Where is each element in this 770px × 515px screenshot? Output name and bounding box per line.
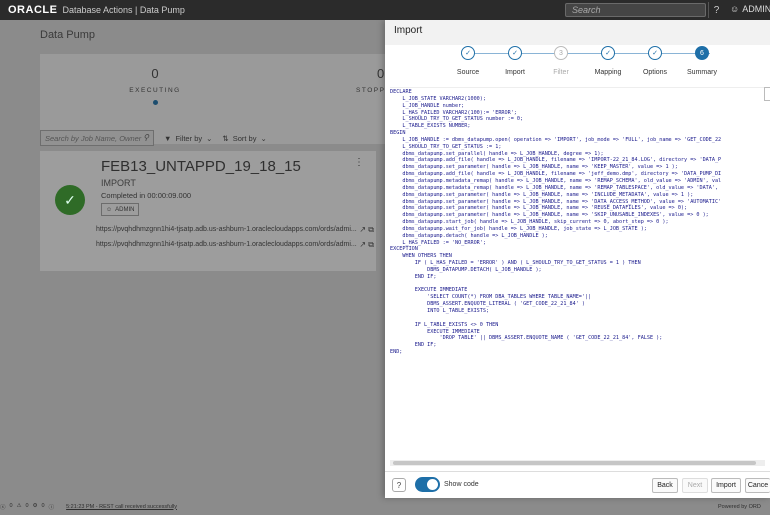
settings-icon: ⚙ — [32, 502, 38, 509]
job-filter-row: Search by Job Name, Owner ⚲ ▼ Filter by … — [40, 128, 386, 148]
user-name: ADMIN — [742, 4, 770, 14]
user-menu[interactable]: ☺ ADMIN — [730, 4, 770, 14]
show-code-toggle[interactable] — [415, 477, 440, 492]
job-search-input[interactable]: Search by Job Name, Owner ⚲ — [40, 130, 154, 146]
stat-dot-icon — [152, 100, 158, 105]
horizontal-scrollbar[interactable] — [390, 460, 765, 466]
stat-count: 0 — [151, 66, 159, 81]
plsql-code: DECLARE L_JOB_STATE VARCHAR2(1000); L_JO… — [390, 89, 722, 356]
dialog-title: Import — [394, 25, 423, 36]
import-button[interactable]: Import — [711, 478, 741, 493]
check-icon: ✓ — [601, 46, 615, 60]
warning-icon: ⚠ — [16, 502, 22, 509]
job-name: FEB13_UNTAPPD_19_18_15 — [101, 158, 301, 175]
job-status: Completed in 00:00:09.000 — [101, 191, 192, 200]
user-icon: ☺ — [106, 206, 113, 213]
open-external-icon[interactable]: ↗ ⧉ — [359, 240, 374, 250]
app-title: Database Actions | Data Pump — [62, 5, 185, 15]
job-card[interactable]: ✓ FEB13_UNTAPPD_19_18_15 ⋮ IMPORT Comple… — [40, 151, 376, 271]
success-check-icon: ✓ — [55, 185, 85, 215]
dialog-footer: ? Show code Back Next Import Cance — [385, 471, 770, 498]
sort-by-button[interactable]: ⇅ Sort by ⌄ — [222, 134, 266, 143]
error-icon: ⓧ — [0, 504, 6, 511]
back-button[interactable]: Back — [652, 478, 678, 493]
sort-icon: ⇅ — [222, 133, 229, 143]
page-title: Data Pump — [40, 29, 96, 41]
open-external-icon[interactable]: ↗ ⧉ — [359, 225, 374, 235]
help-icon[interactable]: ? — [708, 2, 724, 18]
job-dump-url[interactable]: https://pvqhdhmzgnn1hi4-tjsatp.adb.us-as… — [96, 240, 376, 250]
filter-by-button[interactable]: ▼ Filter by ⌄ — [164, 134, 212, 143]
status-message[interactable]: 5:21:23 PM - REST call received successf… — [66, 504, 177, 510]
status-counts[interactable]: ⓧ 0 ⚠ 0 ⚙ 0 ⓘ — [0, 503, 54, 511]
job-log-url[interactable]: https://pvqhdhmzgnn1hi4-tjsatp.adb.us-as… — [96, 225, 376, 235]
chevron-down-icon: ⌄ — [206, 133, 213, 143]
more-options-icon[interactable]: ⋮ — [354, 157, 364, 168]
check-icon: ✓ — [508, 46, 522, 60]
show-code-label: Show code — [444, 481, 479, 488]
help-button[interactable]: ? — [392, 478, 406, 492]
dialog-header — [385, 20, 770, 45]
step-number: 6 — [695, 46, 709, 60]
info-icon: ⓘ — [48, 504, 55, 511]
job-owner-badge: ☺ ADMIN — [101, 203, 140, 216]
top-bar: ORACLE Database Actions | Data Pump Sear… — [0, 0, 770, 20]
code-viewer[interactable]: DECLARE L_JOB_STATE VARCHAR2(1000); L_JO… — [390, 87, 770, 463]
next-button[interactable]: Next — [682, 478, 708, 493]
stat-label: EXECUTING — [129, 87, 181, 94]
check-icon: ✓ — [648, 46, 662, 60]
chevron-down-icon: ⌄ — [260, 133, 267, 143]
import-dialog: Import ✓ Source ✓ Import 3 Filter ✓ Mapp… — [385, 20, 770, 498]
step-number: 3 — [554, 46, 568, 60]
check-icon: ✓ — [461, 46, 475, 60]
stat-executing[interactable]: 0 EXECUTING — [120, 66, 190, 105]
cancel-button[interactable]: Cance — [745, 478, 770, 493]
toggle-knob — [427, 479, 438, 490]
job-type: IMPORT — [101, 178, 136, 188]
oracle-logo: ORACLE — [8, 4, 58, 16]
scrollbar-thumb[interactable] — [393, 461, 756, 465]
side-panel-tab[interactable] — [764, 87, 770, 101]
status-bar: ⓧ 0 ⚠ 0 ⚙ 0 ⓘ 5:21:23 PM - REST call receiv… — [0, 498, 770, 515]
user-icon: ☺ — [730, 4, 740, 14]
filter-icon: ▼ — [164, 133, 172, 143]
step-summary[interactable]: 6 Summary — [672, 46, 732, 76]
powered-by-link[interactable]: Powered by ORD — [718, 504, 761, 510]
global-search-input[interactable]: Search — [565, 3, 706, 17]
search-icon: ⚲ — [143, 133, 149, 142]
